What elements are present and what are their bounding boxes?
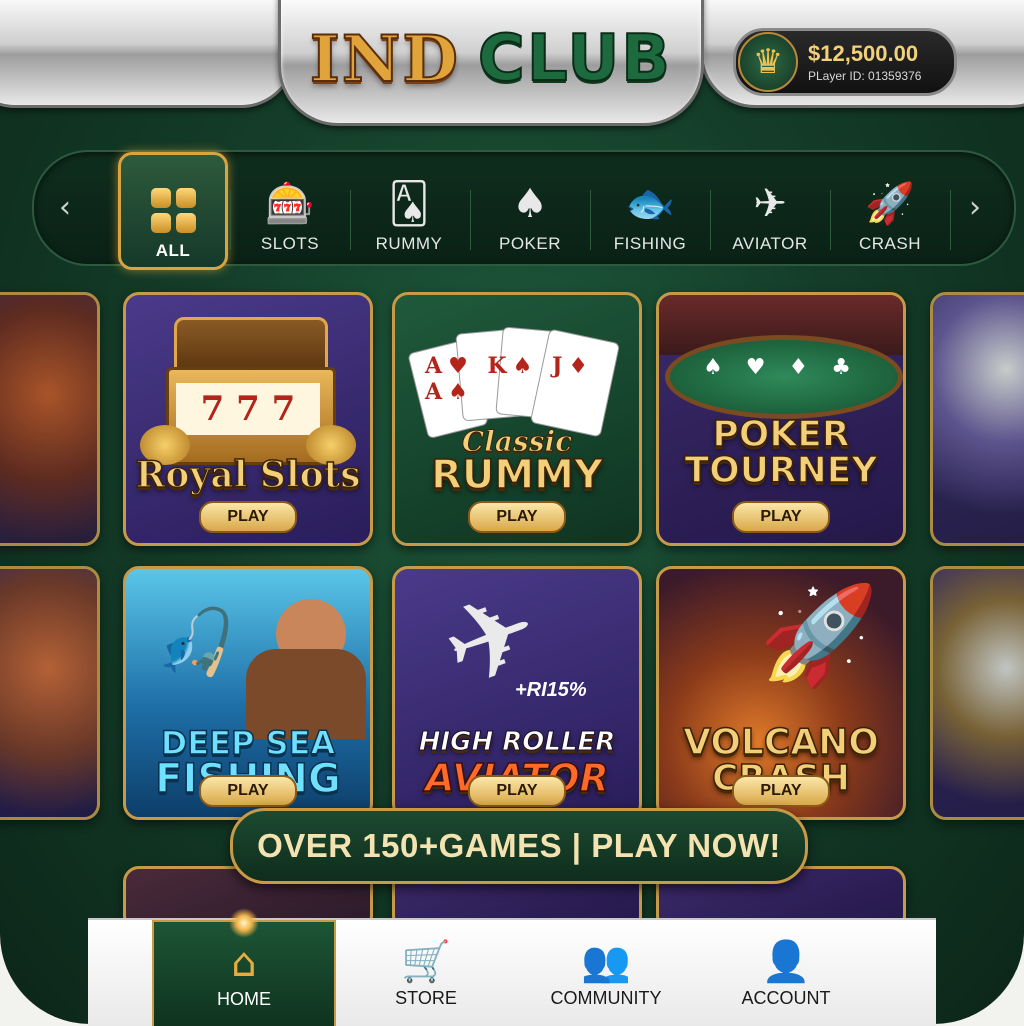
rocket-icon: 🚀 xyxy=(865,181,915,227)
category-label: SLOTS xyxy=(260,234,320,253)
player-id: PLayer ID: 01359376 xyxy=(808,69,922,83)
category-label: ALL xyxy=(155,241,191,260)
slot-reels: 7 7 7 xyxy=(176,383,320,435)
chevron-right-icon[interactable]: › xyxy=(960,190,990,225)
game-card-royal-slots[interactable]: 7 7 7 Royal Slots PLAY xyxy=(123,292,373,546)
game-card-poker-tourney[interactable]: ♠ ♥ ♦ ♣ POKER TOURNEY PLAY xyxy=(656,292,906,546)
logo: IND CLUB xyxy=(278,0,704,126)
chevron-left-icon[interactable]: ‹ xyxy=(50,190,80,225)
nav-account[interactable]: 👤 ACCOUNT xyxy=(696,920,876,1026)
game-title-line1: POKER xyxy=(712,414,851,455)
game-card-partial-right-2[interactable] xyxy=(930,566,1024,820)
grid-icon xyxy=(150,188,196,233)
game-card-high-roller-aviator[interactable]: ✈ +RI15% HIGH ROLLER AVIATOR PLAY xyxy=(392,566,642,820)
balance-amount: $12,500.00 xyxy=(808,41,919,66)
game-title-line1: DEEP SEA xyxy=(160,724,336,762)
play-button[interactable]: PLAY xyxy=(468,775,566,807)
nav-home[interactable]: ⌂ HOME xyxy=(152,908,336,1026)
game-card-partial-left-2[interactable] xyxy=(0,566,100,820)
nav-label: HOME xyxy=(217,988,271,1009)
game-card-volcano-crash[interactable]: 🚀 VOLCANO CRASH PLAY xyxy=(656,566,906,820)
category-label: AVIATOR xyxy=(732,234,808,253)
game-card-partial-right-1[interactable] xyxy=(930,292,1024,546)
category-all[interactable]: ALL xyxy=(118,152,228,270)
category-fishing[interactable]: 🐟 FISHING xyxy=(598,164,702,260)
game-card-classic-rummy[interactable]: A♥ K♠ J♦ A♠ Classic RUMMY PLAY xyxy=(392,292,642,546)
header: IND CLUB ♛ $12,500.00 PLayer ID: 0135937… xyxy=(0,0,1024,130)
cards-icon: 🂡 xyxy=(388,181,430,227)
category-label: RUMMY xyxy=(375,234,443,253)
category-crash[interactable]: 🚀 CRASH xyxy=(838,164,942,260)
nav-label: STORE xyxy=(395,987,457,1008)
category-aviator[interactable]: ✈ AVIATOR xyxy=(718,164,822,260)
game-title: RUMMY xyxy=(430,452,603,498)
airplane-icon: ✈ xyxy=(753,181,787,227)
poker-cards-icon: ♠ xyxy=(512,181,548,227)
game-title: Royal Slots xyxy=(135,454,361,496)
play-button[interactable]: PLAY xyxy=(199,775,297,807)
category-poker[interactable]: ♠ POKER xyxy=(478,164,582,260)
app-screen: IND CLUB ♛ $12,500.00 PLayer ID: 0135937… xyxy=(0,0,1024,1024)
fishing-rod-icon: 🎣 xyxy=(156,606,236,680)
user-icon: 👤 xyxy=(761,938,811,985)
game-card-partial-left-1[interactable] xyxy=(0,292,100,546)
cart-icon: 🛒 xyxy=(401,938,451,985)
nav-label: ACCOUNT xyxy=(741,987,831,1008)
category-label: CRASH xyxy=(858,234,921,253)
nav-store[interactable]: 🛒 STORE xyxy=(336,920,516,1026)
nav-label: COMMUNITY xyxy=(550,987,662,1008)
category-label: POKER xyxy=(498,234,562,253)
nav-community[interactable]: 👥 COMMUNITY xyxy=(516,920,696,1026)
promo-banner-text: OVER 150+GAMES | PLAY NOW! xyxy=(257,827,781,864)
balance-display[interactable]: ♛ $12,500.00 PLayer ID: 01359376 xyxy=(733,28,957,96)
game-card-deep-sea-fishing[interactable]: 🎣 DEEP SEA FISHING PLAY xyxy=(123,566,373,820)
logo-club-text: CLUB xyxy=(477,21,673,97)
sparkle-icon xyxy=(229,908,259,938)
multiplier-text: +RI15% xyxy=(515,679,587,701)
rocket-icon: 🚀 xyxy=(759,579,879,691)
bottom-navigation: ⌂ HOME 🛒 STORE 👥 COMMUNITY 👤 ACCOUNT xyxy=(88,908,936,1026)
promo-banner[interactable]: OVER 150+GAMES | PLAY NOW! xyxy=(230,808,808,884)
category-slots[interactable]: 🎰 SLOTS xyxy=(238,164,342,260)
play-button[interactable]: PLAY xyxy=(732,775,830,807)
slot-machine-icon: 🎰 xyxy=(265,181,315,227)
crown-icon: ♛ xyxy=(738,32,798,92)
play-button[interactable]: PLAY xyxy=(732,501,830,533)
header-left-plate xyxy=(0,0,296,108)
card-ranks: A♥ K♠ J♦ A♠ xyxy=(425,353,595,405)
play-button[interactable]: PLAY xyxy=(468,501,566,533)
game-title-line1: VOLCANO xyxy=(682,722,879,763)
home-icon: ⌂ xyxy=(231,939,257,986)
card-suits: ♠ ♥ ♦ ♣ xyxy=(703,355,859,380)
game-title-line1: HIGH ROLLER xyxy=(418,727,616,757)
fish-icon: 🐟 xyxy=(625,181,675,227)
category-label: FISHING xyxy=(613,234,687,253)
logo-ind-text: IND xyxy=(309,21,460,98)
category-bar: ‹ ALL 🎰 SLOTS 🂡 RUMMY ♠ POKER 🐟 FISHING … xyxy=(32,150,1016,270)
community-icon: 👥 xyxy=(581,938,631,985)
play-button[interactable]: PLAY xyxy=(199,501,297,533)
game-title-line2: TOURNEY xyxy=(684,450,878,491)
category-rummy[interactable]: 🂡 RUMMY xyxy=(357,164,461,260)
